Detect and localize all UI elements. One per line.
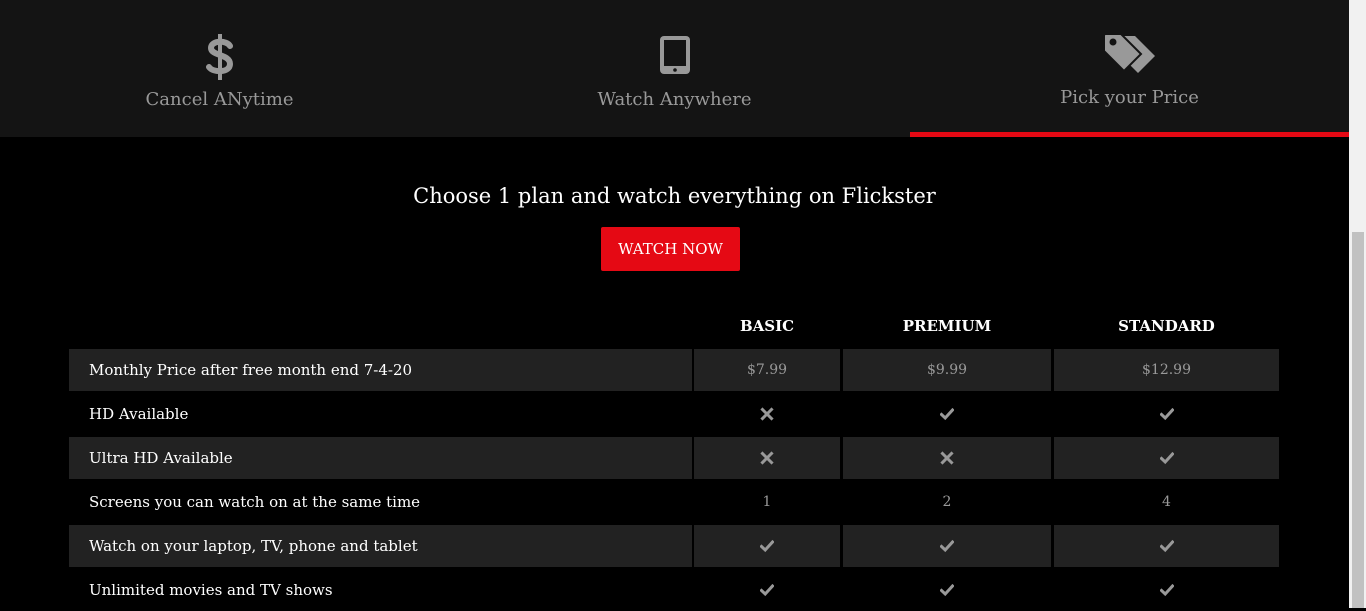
price-basic: $7.99 — [694, 349, 840, 391]
table-row: Monthly Price after free month end 7-4-2… — [69, 349, 1279, 391]
tab-pick-your-price[interactable]: Pick your Price — [910, 0, 1349, 137]
check-icon — [694, 525, 840, 567]
row-label: Unlimited movies and TV shows — [89, 581, 333, 599]
screens-basic: 1 — [762, 494, 772, 510]
row-label: Watch on your laptop, TV, phone and tabl… — [69, 525, 692, 567]
table-row: Watch on your laptop, TV, phone and tabl… — [69, 525, 1279, 567]
check-icon — [1054, 393, 1279, 435]
screens-premium: 2 — [942, 494, 952, 510]
check-icon — [843, 569, 1051, 611]
tablet-icon — [659, 35, 691, 79]
scrollbar-thumb[interactable] — [1352, 232, 1364, 608]
tab-cancel-anytime[interactable]: Cancel ANytime — [0, 0, 439, 137]
active-tab-indicator — [910, 132, 1349, 137]
tags-icon — [1102, 33, 1157, 81]
row-label: Monthly Price after free month end 7-4-2… — [69, 349, 692, 391]
tab-label: Pick your Price — [1060, 87, 1199, 108]
check-icon — [1054, 525, 1279, 567]
tab-label: Watch Anywhere — [597, 89, 752, 110]
dollar-icon — [205, 32, 235, 86]
plan-headline: Choose 1 plan and watch everything on Fl… — [413, 184, 936, 208]
table-row: Unlimited movies and TV shows — [69, 569, 1279, 611]
row-label: Screens you can watch on at the same tim… — [89, 493, 421, 511]
tab-watch-anywhere[interactable]: Watch Anywhere — [439, 0, 910, 137]
plan-header-standard: STANDARD — [1118, 317, 1215, 335]
table-row: Screens you can watch on at the same tim… — [69, 481, 1279, 523]
cross-icon — [694, 393, 840, 435]
table-row: Ultra HD Available — [69, 437, 1279, 479]
row-label: HD Available — [89, 405, 189, 423]
check-icon — [843, 525, 1051, 567]
check-icon — [694, 569, 840, 611]
price-standard: $12.99 — [1054, 349, 1279, 391]
row-label: Ultra HD Available — [69, 437, 692, 479]
scrollbar[interactable] — [1349, 0, 1366, 608]
watch-now-button[interactable]: WATCH NOW — [601, 227, 740, 271]
check-icon — [1054, 437, 1279, 479]
cross-icon — [694, 437, 840, 479]
check-icon — [843, 393, 1051, 435]
feature-tab-bar: Cancel ANytime Watch Anywhere Pick your … — [0, 0, 1349, 137]
price-premium: $9.99 — [843, 349, 1051, 391]
plan-header-premium: PREMIUM — [902, 317, 992, 335]
check-icon — [1054, 569, 1279, 611]
cross-icon — [843, 437, 1051, 479]
tab-label: Cancel ANytime — [145, 89, 294, 110]
table-row: HD Available — [69, 393, 1279, 435]
plan-header-basic: BASIC — [739, 317, 795, 335]
screens-standard: 4 — [1162, 494, 1171, 510]
